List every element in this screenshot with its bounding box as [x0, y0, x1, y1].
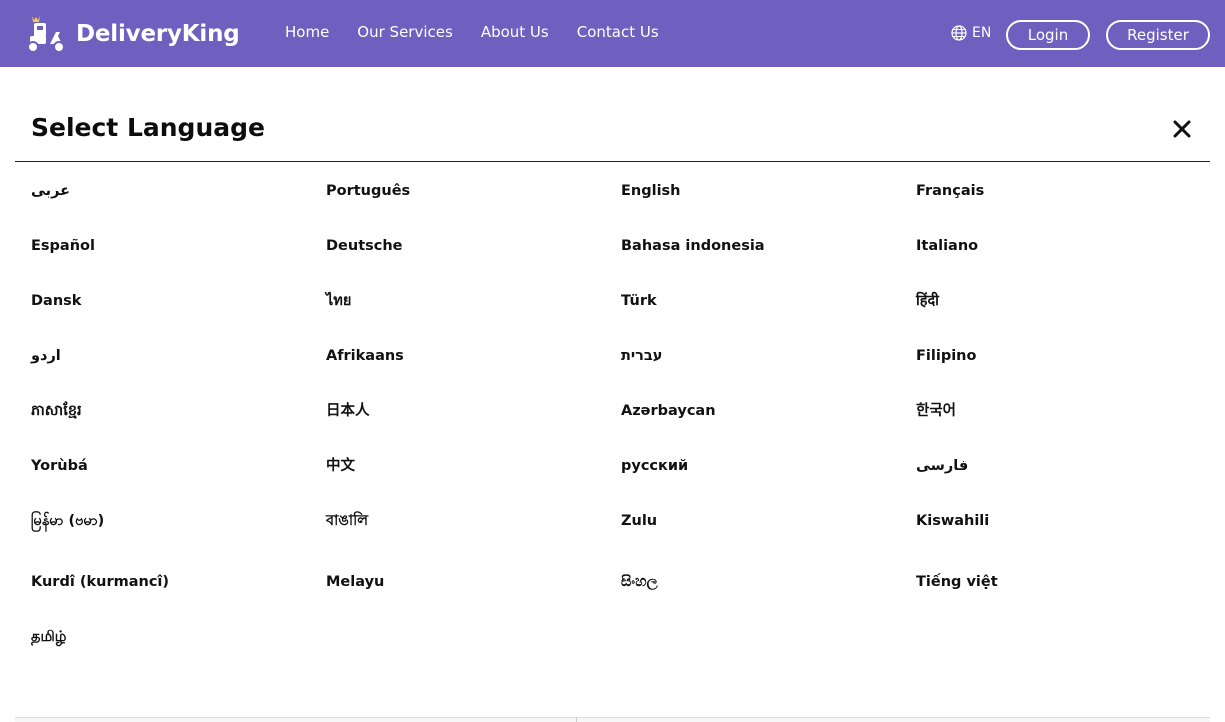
nav-link-home[interactable]: Home	[285, 23, 329, 41]
top-navbar: DeliveryKing Home Our Services About Us …	[0, 0, 1225, 67]
login-button[interactable]: Login	[1006, 20, 1090, 50]
language-option[interactable]: ไทย	[326, 291, 621, 346]
language-option[interactable]: Deutsche	[326, 236, 621, 291]
language-option[interactable]: Tiếng việt	[916, 572, 1211, 627]
language-option[interactable]: Türk	[621, 291, 916, 346]
language-option[interactable]: Zulu	[621, 511, 916, 572]
language-option[interactable]: Melayu	[326, 572, 621, 627]
language-option[interactable]: عربى	[31, 181, 326, 236]
language-option[interactable]: Afrikaans	[326, 346, 621, 401]
register-button[interactable]: Register	[1106, 20, 1210, 50]
language-option[interactable]: فارسی	[916, 456, 1211, 511]
language-row: မြန်မာ (ဗမာ) বাঙালি Zulu Kiswahili	[31, 511, 1211, 572]
language-option[interactable]: Português	[326, 181, 621, 236]
language-option[interactable]: עברית	[621, 346, 916, 401]
language-option[interactable]: Filipino	[916, 346, 1211, 401]
language-row: اردو Afrikaans עברית Filipino	[31, 346, 1211, 401]
language-option[interactable]: 한국어	[916, 401, 1211, 456]
language-option[interactable]: Français	[916, 181, 1211, 236]
nav-link-about-us[interactable]: About Us	[481, 23, 549, 41]
page-content-edge	[15, 717, 1210, 722]
language-option[interactable]: Dansk	[31, 291, 326, 346]
language-code: EN	[972, 25, 992, 41]
language-option[interactable]: မြန်မာ (ဗမာ)	[31, 511, 326, 572]
language-option[interactable]: Kurdî (kurmancî)	[31, 572, 326, 627]
language-grid: عربى Português English Français Español …	[31, 181, 1211, 682]
language-row: عربى Português English Français	[31, 181, 1211, 236]
language-option[interactable]: 日本人	[326, 401, 621, 456]
language-option[interactable]: Kiswahili	[916, 511, 1211, 572]
language-row: Español Deutsche Bahasa indonesia Italia…	[31, 236, 1211, 291]
language-switcher[interactable]: EN	[951, 25, 991, 41]
language-option[interactable]: اردو	[31, 346, 326, 401]
language-row: ភាសាខ្មែរ 日本人 Azərbaycan 한국어	[31, 401, 1211, 456]
language-option[interactable]: Yorùbá	[31, 456, 326, 511]
language-option[interactable]: русский	[621, 456, 916, 511]
nav-link-contact-us[interactable]: Contact Us	[577, 23, 659, 41]
close-icon[interactable]	[1172, 119, 1192, 139]
language-option[interactable]: සිංහල	[621, 572, 916, 627]
language-option[interactable]: English	[621, 181, 916, 236]
language-option[interactable]: 中文	[326, 456, 621, 511]
delivery-scooter-logo-icon	[27, 16, 65, 53]
language-option[interactable]: বাঙালি	[326, 511, 621, 572]
main-nav: Home Our Services About Us Contact Us	[285, 23, 687, 41]
language-option[interactable]: Bahasa indonesia	[621, 236, 916, 291]
language-row: Yorùbá 中文 русский فارسی	[31, 456, 1211, 511]
language-row: தமிழ்	[31, 627, 1211, 682]
language-option[interactable]: Italiano	[916, 236, 1211, 291]
nav-link-our-services[interactable]: Our Services	[357, 23, 453, 41]
modal-title: Select Language	[31, 113, 265, 142]
brand-name: DeliveryKing	[76, 21, 240, 47]
language-option[interactable]: हिंदी	[916, 291, 1211, 346]
language-option[interactable]: தமிழ்	[31, 627, 330, 682]
modal-divider	[15, 161, 1210, 162]
brand-logo[interactable]: DeliveryKing	[24, 14, 240, 54]
language-option[interactable]: Azərbaycan	[621, 401, 916, 456]
language-row: Kurdî (kurmancî) Melayu සිංහල Tiếng việt	[31, 572, 1211, 627]
language-row: Dansk ไทย Türk हिंदी	[31, 291, 1211, 346]
language-option[interactable]: ភាសាខ្មែរ	[31, 401, 326, 456]
globe-icon	[951, 25, 967, 41]
page-content-separator	[576, 717, 577, 722]
language-option[interactable]: Español	[31, 236, 326, 291]
